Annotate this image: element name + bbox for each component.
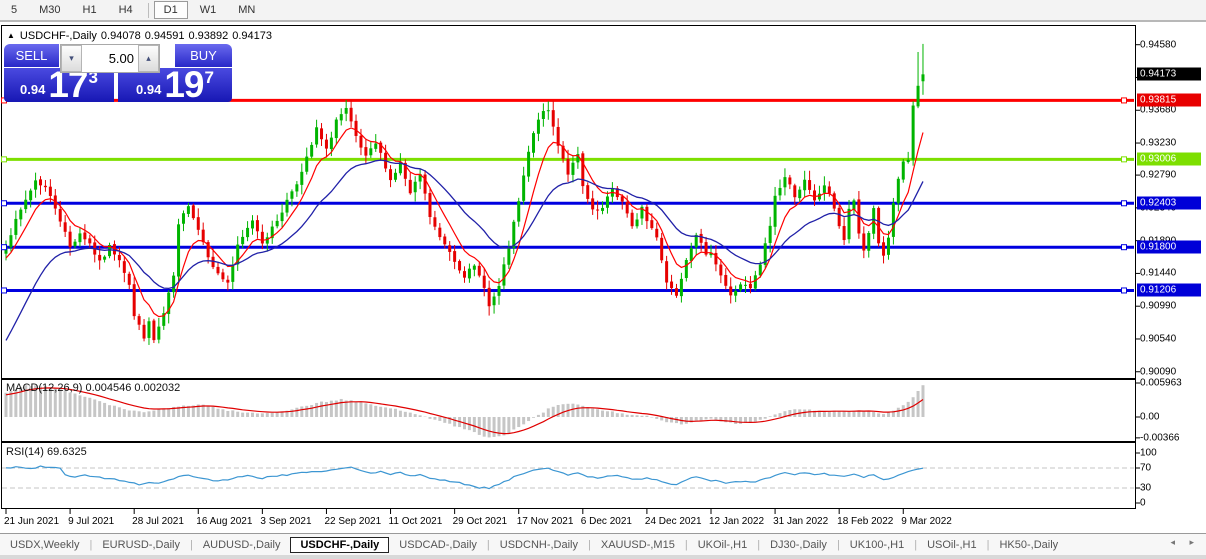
price-axis-marker: 0.93006 (1137, 153, 1201, 166)
date-axis-label: 24 Dec 2021 (645, 516, 702, 527)
macd-axis-tick: 0.005963 (1140, 377, 1182, 388)
macd-indicator-label: MACD(12,26,9) 0.004546 0.002032 (6, 382, 180, 394)
date-axis-label: 3 Sep 2021 (260, 516, 311, 527)
chart-tab-xauusd-m15[interactable]: XAUUSD-,M15 (591, 537, 685, 553)
timeframe-button-d1[interactable]: D1 (154, 1, 188, 19)
buy-price-display[interactable]: 0.94 19 7 (118, 68, 232, 102)
rsi-axis-tick: 0 (1140, 498, 1146, 509)
date-axis-label: 29 Oct 2021 (453, 516, 507, 527)
chart-tab-usdcnh-daily[interactable]: USDCNH-,Daily (490, 537, 588, 553)
one-click-trading-panel: SELL ▾ ▴ BUY 0.94 17 3 0.94 19 7 (4, 44, 232, 102)
timeframe-button-mn[interactable]: MN (228, 1, 265, 19)
price-axis-marker: 0.92403 (1137, 197, 1201, 210)
price-axis-tick: 0.90540 (1140, 333, 1176, 344)
rsi-axis-tick: 100 (1140, 448, 1157, 459)
timeframe-button-m30[interactable]: M30 (29, 1, 70, 19)
timeframe-button-5[interactable]: 5 (1, 1, 27, 19)
chart-symbol-period: USDCHF-,Daily (20, 30, 97, 42)
timeframe-toolbar: 5M30H1H4 D1W1MN (0, 0, 1206, 22)
date-axis-label: 9 Mar 2022 (901, 516, 952, 527)
rsi-axis-tick: 30 (1140, 483, 1151, 494)
chart-tab-usdx-weekly[interactable]: USDX,Weekly (0, 537, 89, 553)
price-axis-tick: 0.92790 (1140, 170, 1176, 181)
volume-increase-button[interactable]: ▴ (138, 45, 159, 72)
chart-tab-ukoil-h1[interactable]: UKOil-,H1 (688, 537, 758, 553)
date-axis-label: 11 Oct 2021 (389, 516, 443, 527)
chart-title: ▲ USDCHF-,Daily 0.94078 0.945910.93892 0.941… (7, 30, 276, 42)
collapse-panel-icon[interactable]: ▲ (7, 31, 15, 40)
chart-tab-usdchf-daily[interactable]: USDCHF-,Daily (290, 537, 389, 553)
date-axis-label: 6 Dec 2021 (581, 516, 632, 527)
timeframe-button-h1[interactable]: H1 (73, 1, 107, 19)
date-axis-label: 22 Sep 2021 (324, 516, 381, 527)
tab-scroll-arrows[interactable]: ◂ ▸ (1170, 537, 1200, 548)
rsi-indicator-pane[interactable] (1, 442, 1136, 509)
chart-tab-bar: USDX,Weekly|EURUSD-,Daily|AUDUSD-,DailyU… (0, 533, 1206, 555)
macd-axis-tick: 0.00 (1140, 412, 1159, 423)
macd-axis-tick: -0.00366 (1140, 432, 1179, 443)
date-axis-label: 16 Aug 2021 (196, 516, 252, 527)
chart-tab-hk50-daily[interactable]: HK50-,Daily (989, 537, 1068, 553)
sell-price-pips: 17 (48, 68, 87, 102)
timeframe-button-w1[interactable]: W1 (190, 1, 227, 19)
date-axis-label: 18 Feb 2022 (837, 516, 893, 527)
volume-decrease-button[interactable]: ▾ (61, 45, 82, 72)
date-axis-label: 21 Jun 2021 (4, 516, 59, 527)
price-axis-marker: 0.93815 (1137, 94, 1201, 107)
sell-price-display[interactable]: 0.94 17 3 (4, 68, 114, 102)
price-axis-tick: 0.94580 (1140, 39, 1176, 50)
toolbar-separator (148, 3, 149, 18)
date-axis-label: 31 Jan 2022 (773, 516, 828, 527)
timeframe-button-h4[interactable]: H4 (109, 1, 143, 19)
chart-tab-usdcad-daily[interactable]: USDCAD-,Daily (389, 537, 487, 553)
buy-price-big-figure: 0.94 (136, 82, 161, 97)
ohlc-low: 0.93892 (188, 30, 228, 42)
rsi-axis-tick: 70 (1140, 463, 1151, 474)
rsi-indicator-label: RSI(14) 69.6325 (6, 446, 87, 458)
date-axis-label: 28 Jul 2021 (132, 516, 184, 527)
price-axis-tick: 0.90990 (1140, 301, 1176, 312)
volume-spinner: ▾ ▴ (60, 44, 160, 73)
price-axis-tick: 0.91440 (1140, 268, 1176, 279)
chart-tab-dj30-daily[interactable]: DJ30-,Daily (760, 537, 837, 553)
chart-tab-uk100-h1[interactable]: UK100-,H1 (840, 537, 914, 553)
sell-price-big-figure: 0.94 (20, 82, 45, 97)
chart-tab-eurusd-daily[interactable]: EURUSD-,Daily (92, 537, 190, 553)
ohlc-close: 0.94173 (232, 30, 272, 42)
chart-tab-audusd-daily[interactable]: AUDUSD-,Daily (193, 537, 291, 553)
price-axis-marker: 0.94173 (1137, 68, 1201, 81)
buy-price-pipette: 7 (205, 68, 214, 88)
chart-tab-usoil-h1[interactable]: USOil-,H1 (917, 537, 987, 553)
price-axis-marker: 0.91800 (1137, 241, 1201, 254)
date-axis-label: 9 Jul 2021 (68, 516, 114, 527)
volume-input[interactable] (82, 45, 138, 72)
buy-price-pips: 19 (164, 68, 203, 102)
date-axis-label: 17 Nov 2021 (517, 516, 574, 527)
price-axis-tick: 0.93230 (1140, 138, 1176, 149)
ohlc-open: 0.94078 (101, 30, 141, 42)
price-axis-marker: 0.91206 (1137, 284, 1201, 297)
date-axis-label: 12 Jan 2022 (709, 516, 764, 527)
price-axis-tick: 0.90090 (1140, 366, 1176, 377)
trading-terminal-window: 5M30H1H4 D1W1MN ▲ USDCHF-,Daily 0.94078 0.94… (0, 0, 1206, 559)
ohlc-high: 0.94591 (145, 30, 185, 42)
